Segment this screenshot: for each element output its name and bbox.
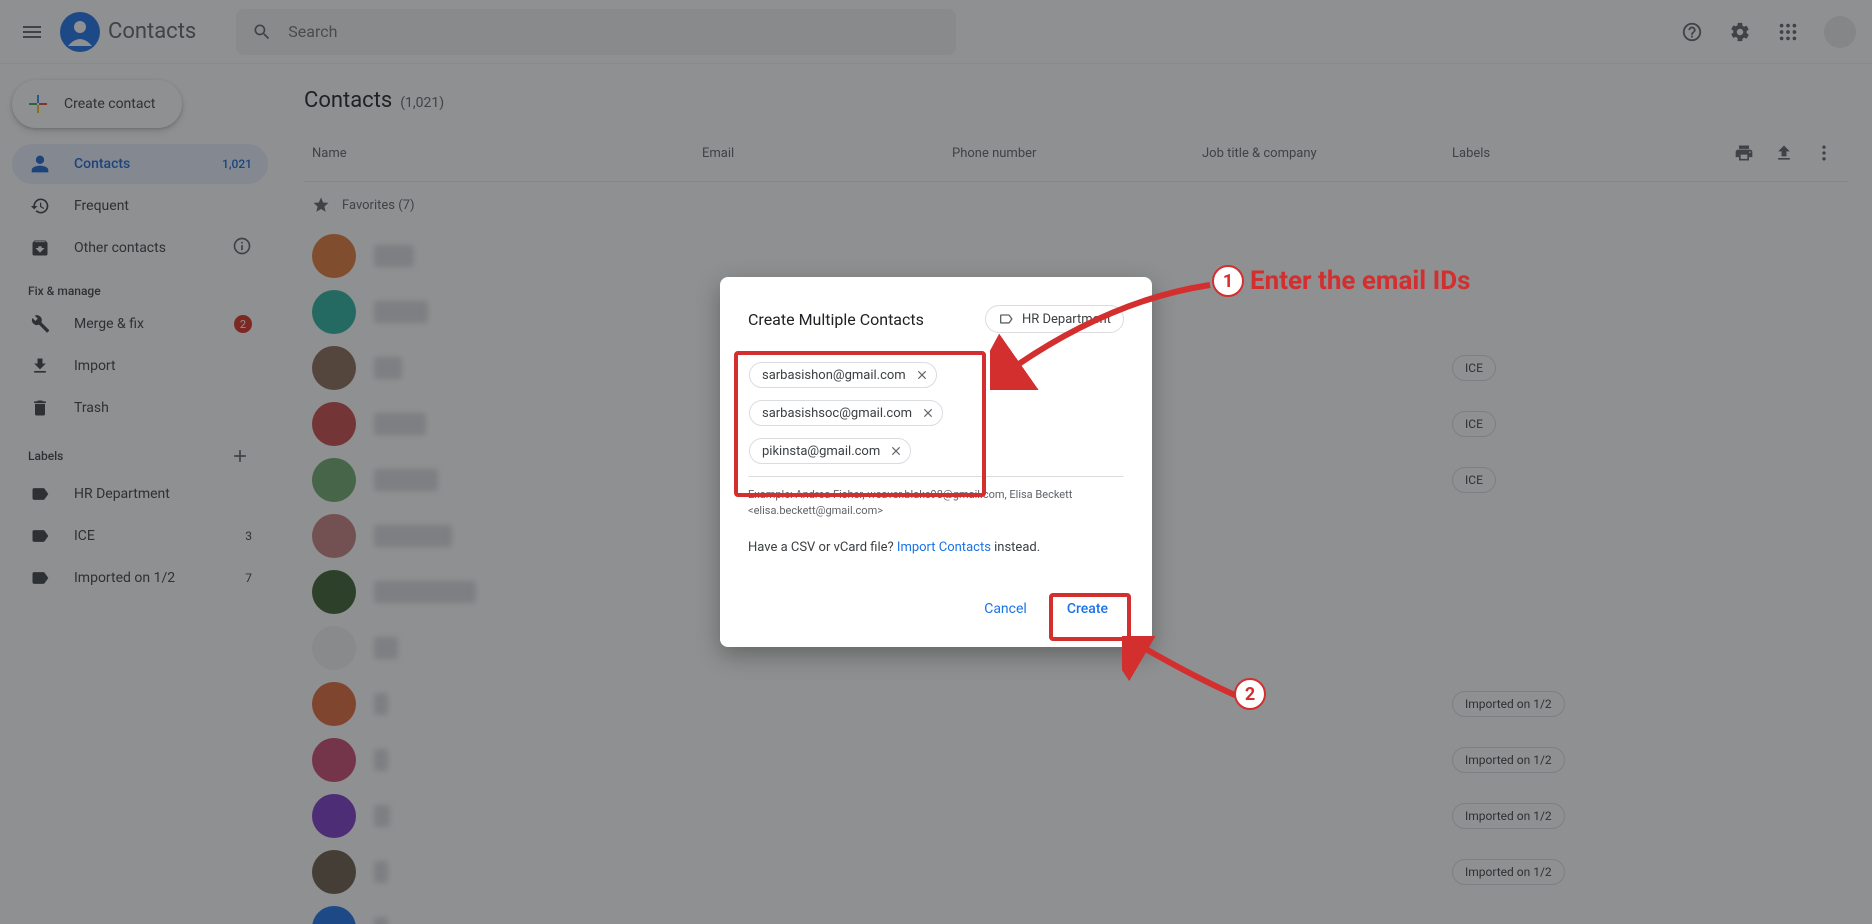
- annotation-badge-1: 1: [1212, 265, 1244, 297]
- cancel-button[interactable]: Cancel: [968, 591, 1043, 627]
- email-chip: sarbasishon@gmail.com: [749, 362, 937, 388]
- close-icon: [921, 406, 935, 420]
- email-chip-text: sarbasishsoc@gmail.com: [762, 406, 912, 421]
- example-text: Example: Andrea Fisher, weaver.blake98@g…: [748, 487, 1124, 518]
- email-chip-text: sarbasishon@gmail.com: [762, 368, 906, 383]
- email-chip-text: pikinsta@gmail.com: [762, 444, 880, 459]
- close-icon: [889, 444, 903, 458]
- remove-chip-button[interactable]: [888, 443, 904, 459]
- remove-chip-button[interactable]: [920, 405, 936, 421]
- create-multiple-dialog: Create Multiple Contacts HR Department s…: [720, 277, 1152, 647]
- dialog-dept-label: HR Department: [1022, 312, 1111, 327]
- modal-scrim[interactable]: Create Multiple Contacts HR Department s…: [0, 0, 1872, 924]
- label-outline-icon: [998, 311, 1014, 327]
- import-prefix: Have a CSV or vCard file?: [748, 540, 897, 555]
- import-line: Have a CSV or vCard file? Import Contact…: [748, 540, 1124, 555]
- import-contacts-link[interactable]: Import Contacts: [897, 540, 991, 555]
- annotation-badge-2: 2: [1234, 678, 1266, 710]
- import-suffix: instead.: [991, 540, 1040, 555]
- dialog-title: Create Multiple Contacts: [748, 310, 924, 329]
- email-chip: sarbasishsoc@gmail.com: [749, 400, 943, 426]
- annotation-text-1: Enter the email IDs: [1250, 266, 1470, 296]
- dialog-dept-chip[interactable]: HR Department: [985, 305, 1124, 333]
- close-icon: [915, 368, 929, 382]
- remove-chip-button[interactable]: [914, 367, 930, 383]
- email-chip-area[interactable]: sarbasishon@gmail.com sarbasishsoc@gmail.…: [748, 357, 1124, 477]
- email-chip: pikinsta@gmail.com: [749, 438, 911, 464]
- create-button[interactable]: Create: [1051, 591, 1124, 627]
